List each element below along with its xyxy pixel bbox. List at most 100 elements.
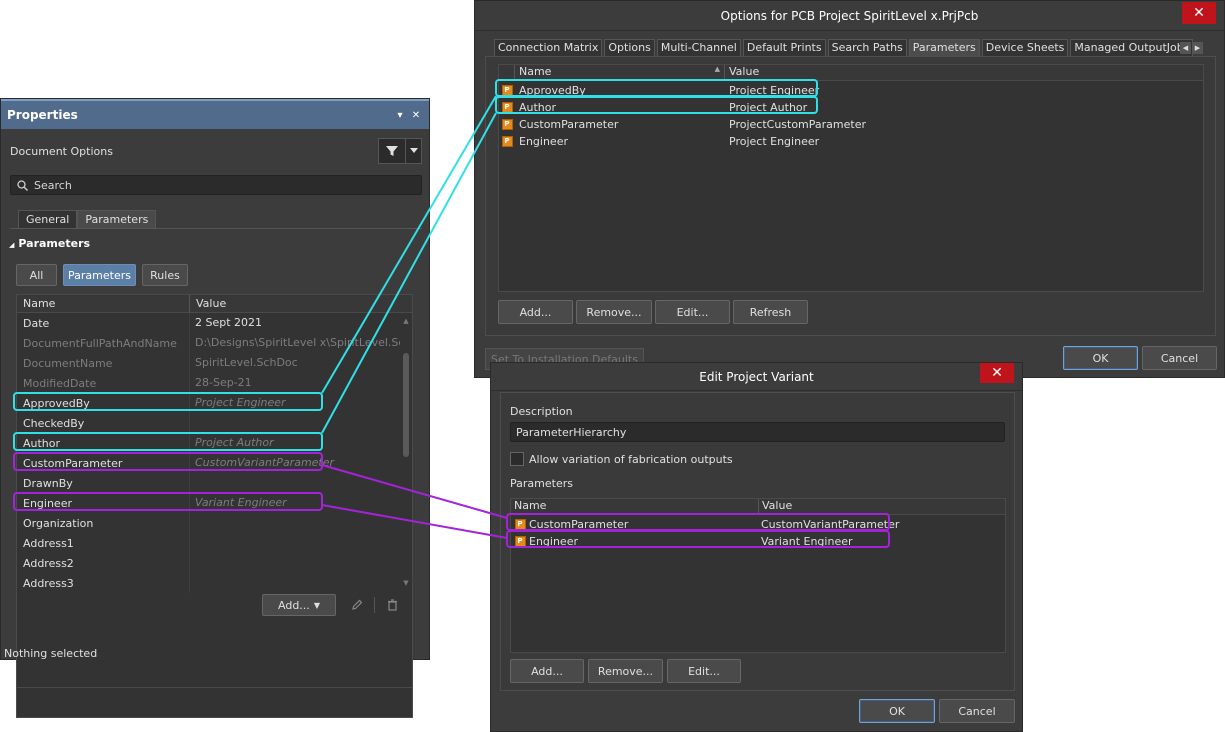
row-name: DrawnBy	[23, 476, 73, 490]
cancel-button[interactable]: Cancel	[939, 699, 1015, 723]
tab-options[interactable]: Options	[604, 39, 655, 56]
filter-rules-button[interactable]: Rules	[142, 264, 188, 286]
edit-button[interactable]: Edit...	[655, 300, 730, 324]
scroll-up-icon[interactable]: ▲	[402, 317, 410, 325]
add-parameter-button[interactable]: Add... ▼	[262, 594, 336, 616]
add-button[interactable]: Add...	[498, 300, 573, 324]
tab-connection-matrix[interactable]: Connection Matrix	[494, 39, 603, 56]
scroll-down-icon[interactable]: ▼	[402, 579, 410, 587]
table-header: Name Value	[17, 295, 412, 313]
table-row[interactable]: Engineer Variant Engineer	[17, 493, 400, 513]
tab-scroll-left-icon[interactable]: ◀	[1180, 42, 1191, 54]
allow-variation-checkbox[interactable]	[510, 452, 524, 466]
section-header-parameters[interactable]: ◢ Parameters	[9, 237, 90, 250]
row-value	[189, 473, 400, 493]
table-row[interactable]: Address2	[17, 553, 400, 573]
tab-managed-outputjobs[interactable]: Managed OutputJobs	[1070, 39, 1194, 56]
properties-title: Properties	[7, 108, 78, 122]
search-field[interactable]	[10, 175, 422, 195]
tab-multi-channel[interactable]: Multi-Channel	[656, 39, 741, 56]
row-value: 2 Sept 2021	[189, 313, 400, 333]
column-header-label: Name	[519, 65, 552, 78]
row-value	[189, 513, 400, 533]
chevron-down-icon	[409, 148, 418, 153]
dialog-title: Options for PCB Project SpiritLevel x.Pr…	[475, 1, 1224, 31]
add-button[interactable]: Add...	[510, 659, 584, 683]
close-icon[interactable]: ✕	[1182, 2, 1216, 24]
parameter-icon: P	[514, 536, 526, 547]
refresh-button[interactable]: Refresh	[733, 300, 808, 324]
row-name: CustomParameter	[23, 456, 123, 470]
filter-dropdown-button[interactable]	[406, 138, 422, 164]
row-name: Address1	[23, 536, 74, 550]
table-row[interactable]: DocumentFullPathAndName D:\Designs\Spirit…	[17, 333, 400, 353]
tab-parameters[interactable]: Parameters	[908, 39, 980, 56]
edit-button[interactable]: Edit...	[667, 659, 741, 683]
edit-icon[interactable]	[346, 595, 368, 615]
row-value: Project Author	[189, 433, 400, 453]
table-row[interactable]: P Engineer Project Engineer	[499, 133, 1199, 150]
tab-default-prints[interactable]: Default Prints	[742, 39, 826, 56]
properties-tabs: General Parameters	[18, 210, 157, 228]
table-row[interactable]: CheckedBy	[17, 413, 400, 433]
table-row[interactable]: CustomParameter CustomVariantParameter	[17, 453, 400, 473]
table-row[interactable]: DrawnBy	[17, 473, 400, 493]
row-value	[189, 533, 400, 553]
tab-general[interactable]: General	[18, 210, 78, 228]
table-row[interactable]: Organization	[17, 513, 400, 533]
row-name: Author	[519, 101, 557, 114]
column-header-name[interactable]: Name	[511, 499, 759, 514]
filter-parameters-button[interactable]: Parameters	[63, 264, 136, 286]
table-header: Name ▲ Value	[499, 65, 1203, 81]
description-field[interactable]	[510, 422, 1005, 442]
close-icon[interactable]: ✕	[980, 363, 1014, 383]
filter-all-button[interactable]: All	[16, 264, 57, 286]
tab-divider	[10, 228, 422, 229]
dialog-title: Edit Project Variant	[491, 363, 1022, 391]
pin-dropdown-icon[interactable]: ▾	[393, 110, 407, 121]
delete-icon[interactable]	[381, 595, 403, 615]
column-header-value[interactable]: Value	[190, 295, 232, 312]
row-value: CustomVariantParameter	[189, 453, 400, 473]
column-header-name[interactable]: Name ▲	[515, 65, 725, 80]
search-input[interactable]	[34, 178, 394, 192]
remove-button[interactable]: Remove...	[576, 300, 652, 324]
column-header-value[interactable]: Value	[759, 499, 792, 514]
row-value: CustomVariantParameter	[761, 518, 900, 531]
ok-button[interactable]: OK	[1063, 346, 1138, 370]
table-row[interactable]: P ApprovedBy Project Engineer	[499, 82, 1199, 99]
table-row[interactable]: P Engineer Variant Engineer	[511, 533, 1001, 550]
variant-parameters-table: Name Value P CustomParameter CustomVariant…	[510, 498, 1006, 653]
table-row[interactable]: ApprovedBy Project Engineer	[17, 393, 400, 413]
table-row[interactable]: P CustomParameter ProjectCustomParameter	[499, 116, 1199, 133]
cancel-button[interactable]: Cancel	[1142, 346, 1217, 370]
remove-button[interactable]: Remove...	[588, 659, 663, 683]
table-row[interactable]: Address3	[17, 573, 400, 593]
table-row[interactable]: P Author Project Author	[499, 99, 1199, 116]
row-value: Variant Engineer	[761, 535, 853, 548]
tab-search-paths[interactable]: Search Paths	[827, 39, 907, 56]
table-row[interactable]: Address1	[17, 533, 400, 553]
tab-scroll-right-icon[interactable]: ▶	[1192, 42, 1203, 54]
table-row[interactable]: ModifiedDate 28-Sep-21	[17, 373, 400, 393]
column-header-value[interactable]: Value	[725, 65, 759, 80]
table-row[interactable]: Author Project Author	[17, 433, 400, 453]
tab-parameters[interactable]: Parameters	[77, 210, 157, 228]
close-icon[interactable]: ✕	[409, 110, 423, 121]
tab-scroll-buttons: ◀ ▶	[1180, 42, 1203, 54]
row-name: Engineer	[519, 135, 568, 148]
column-header-name[interactable]: Name	[17, 295, 190, 312]
ok-button[interactable]: OK	[859, 699, 935, 723]
table-row[interactable]: DocumentName SpiritLevel.SchDoc	[17, 353, 400, 373]
row-name: DocumentName	[23, 356, 113, 370]
filter-button[interactable]	[378, 138, 406, 164]
row-name: Engineer	[23, 496, 72, 510]
table-row[interactable]: P CustomParameter CustomVariantParameter	[511, 516, 1001, 533]
vertical-scrollbar[interactable]: ▲ ▼	[402, 317, 410, 587]
table-row[interactable]: Date 2 Sept 2021	[17, 313, 400, 333]
scrollbar-thumb[interactable]	[403, 353, 409, 457]
tab-device-sheets[interactable]: Device Sheets	[981, 39, 1069, 56]
row-name: Address2	[23, 556, 74, 570]
row-name: CheckedBy	[23, 416, 85, 430]
row-name: DocumentFullPathAndName	[23, 336, 177, 350]
